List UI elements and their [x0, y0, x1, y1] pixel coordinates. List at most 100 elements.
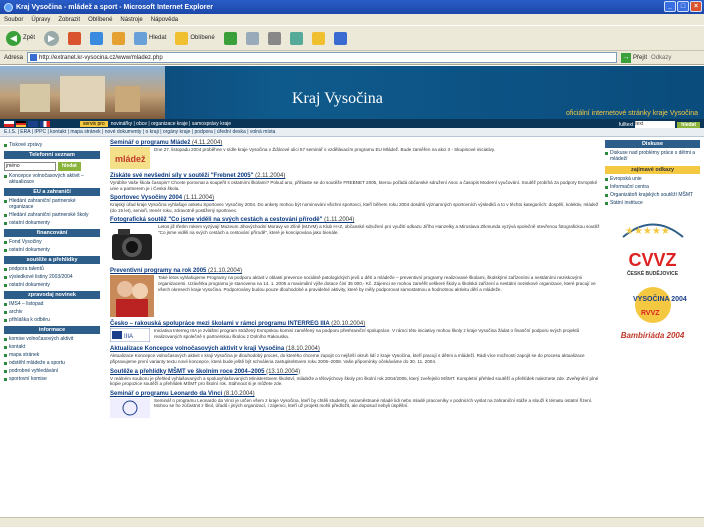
address-bar: Adresa http://extranet.kr-vysocina.cz/ww…	[0, 51, 704, 65]
article-title[interactable]: Preventivní programy na rok 2005 (21.10.…	[110, 268, 600, 274]
sidebar-item[interactable]: výsledkové listiny 2003/2004	[4, 274, 100, 280]
print-button[interactable]	[266, 28, 283, 48]
sidebar-item[interactable]: ostatní dokumenty	[4, 282, 100, 288]
go-button[interactable]: → Přejít	[621, 52, 647, 63]
mail-button[interactable]	[244, 28, 261, 48]
sub-nav[interactable]: E.I.S. | ERA | IPPC | kontakt | mapa str…	[0, 128, 704, 137]
bullet-icon	[4, 221, 7, 225]
fulltext-button[interactable]: hledat	[677, 121, 700, 128]
search-button[interactable]: Hledat	[132, 28, 168, 48]
flag-fr-icon[interactable]	[40, 120, 50, 127]
sidebar-item[interactable]: podpora talentů	[4, 266, 100, 272]
refresh-button[interactable]	[88, 28, 105, 48]
print-icon	[267, 31, 281, 45]
article-title[interactable]: Aktualizace Koncepce volnočasových aktiv…	[110, 346, 600, 352]
svg-text:mládež: mládež	[115, 154, 146, 164]
toolbar: ◀ Zpět ▶ Hledat Oblíbené	[0, 25, 704, 51]
children-photo	[110, 275, 154, 318]
menu-favorites[interactable]: Oblíbené	[88, 17, 112, 23]
sidebar-item[interactable]: podrobné vyhledávání	[4, 368, 100, 374]
bullet-icon	[4, 353, 7, 357]
ie-icon	[4, 2, 13, 12]
history-button[interactable]	[222, 28, 239, 48]
sidebar-item[interactable]: Fond Vysočiny	[4, 239, 100, 245]
language-flags	[0, 120, 80, 127]
sidebar-item-label: kontakt	[9, 344, 26, 350]
tool-icon	[333, 31, 347, 45]
sidebar-item[interactable]: přihláška k odběru	[4, 317, 100, 323]
svg-text:VYSOČINA 2004: VYSOČINA 2004	[633, 294, 687, 303]
sidebar-item[interactable]: ostatní dokumenty	[4, 247, 100, 253]
article-title[interactable]: Fotografická soutěž "Co jsme viděli na s…	[110, 217, 600, 223]
menu-file[interactable]: Soubor	[4, 17, 23, 23]
article: Soutěže a přehlídky MŠMT ve školním roce…	[110, 369, 600, 387]
page-icon	[30, 54, 38, 61]
bullet-icon	[4, 275, 7, 279]
phonebook-input[interactable]: jméno	[4, 162, 56, 171]
tool-button[interactable]	[332, 28, 349, 48]
stars-logo[interactable]: ★★★★★	[605, 212, 700, 244]
favorites-button[interactable]: Oblíbené	[173, 28, 216, 48]
sidebar-item-label: Koncepce volnočasových aktivit – aktuali…	[9, 173, 84, 185]
article-title[interactable]: Seminář o programu Mládež (4.11.2004)	[110, 140, 600, 146]
sidebar-item[interactable]: ostatní dokumenty	[4, 220, 100, 226]
edit-icon	[289, 31, 303, 45]
sidebar-item-label: sportovní komise	[9, 376, 47, 382]
flag-cz-icon[interactable]	[4, 120, 14, 127]
bullet-icon	[4, 143, 7, 147]
nav-targets[interactable]: novinářky | obce | organizace kraje | sa…	[108, 121, 234, 127]
link-item[interactable]: Evropská unie	[605, 176, 700, 182]
forward-button[interactable]: ▶	[42, 28, 61, 48]
sidebar-item-label: ostatní dokumenty	[9, 282, 50, 288]
sidebar-item-label: mapa stránek	[9, 352, 40, 358]
sidebar-item[interactable]: Koncepce volnočasových aktivit – aktuali…	[4, 173, 100, 185]
close-button[interactable]: ×	[690, 1, 702, 12]
stop-button[interactable]	[66, 28, 83, 48]
article: Fotografická soutěž "Co jsme viděli na s…	[110, 217, 600, 264]
article-title[interactable]: Sportovec Vysočiny 2004 (1.11.2004)	[110, 195, 600, 201]
bullet-icon	[4, 248, 7, 252]
address-input[interactable]: http://extranet.kr-vysocina.cz/www/mlade…	[27, 52, 618, 63]
menu-help[interactable]: Nápověda	[151, 17, 178, 23]
sidebar-item[interactable]: Hledání zahraniční partnerské školy	[4, 212, 100, 218]
link-item[interactable]: Státní instituce	[605, 200, 700, 206]
discussion-item[interactable]: Diskuse nad problémy práce s dětmi a mlá…	[605, 150, 700, 162]
flag-de-icon[interactable]	[16, 120, 26, 127]
sidebar-item-press[interactable]: Tiskové zprávy	[4, 142, 100, 148]
sidebar-section-head: informace	[4, 326, 100, 334]
edit-button[interactable]	[288, 28, 305, 48]
vysocina-2004-logo[interactable]: VYSOČINA 2004 RVVZ	[605, 283, 700, 325]
cvvz-logo[interactable]: CVVZ ČESKÉ BUDĚJOVICE	[605, 250, 700, 277]
site-title[interactable]: Kraj Vysočina	[292, 90, 383, 108]
article-title[interactable]: Soutěže a přehlídky MŠMT ve školním roce…	[110, 369, 600, 375]
sidebar-item[interactable]: sportovní komise	[4, 376, 100, 382]
link-item[interactable]: Organizátoři krajských soutěží MŠMT	[605, 192, 700, 198]
flag-en-icon[interactable]	[28, 120, 38, 127]
search-label: Hledat	[149, 35, 167, 41]
sidebar-item[interactable]: odstěhl mládeže a sportu	[4, 360, 100, 366]
links-label[interactable]: Odkazy	[651, 55, 671, 61]
sidebar-item[interactable]: IMS4 – listopad	[4, 301, 100, 307]
nav-servis-pro[interactable]: servis pro	[80, 120, 108, 127]
home-button[interactable]	[110, 28, 127, 48]
news-list: Seminář o programu Mládež (4.11.2004) ml…	[110, 140, 600, 422]
fulltext-input[interactable]: text	[635, 121, 676, 128]
link-item[interactable]: Informační centra	[605, 184, 700, 190]
maximize-button[interactable]: □	[677, 1, 689, 12]
minimize-button[interactable]: _	[664, 1, 676, 12]
menu-view[interactable]: Zobrazit	[58, 17, 80, 23]
sidebar-item[interactable]: komise volnočasových aktivit	[4, 336, 100, 342]
folder-button[interactable]	[310, 28, 327, 48]
menu-tools[interactable]: Nástroje	[120, 17, 142, 23]
phonebook-button[interactable]: hledat	[58, 162, 81, 171]
sidebar-item[interactable]: Hledání zahraniční partnerské organizace	[4, 198, 100, 210]
menu-edit[interactable]: Úpravy	[31, 17, 50, 23]
article-title[interactable]: Získáte své nevšední síly v soutěži "Fre…	[110, 173, 600, 179]
article-title[interactable]: Seminář o programu Leonardo da Vinci (8.…	[110, 391, 600, 397]
bambiriada-logo[interactable]: Bambiriáda 2004	[605, 331, 700, 340]
sidebar-item[interactable]: mapa stránek	[4, 352, 100, 358]
back-button[interactable]: ◀ Zpět	[4, 28, 37, 48]
sidebar-item[interactable]: archiv	[4, 309, 100, 315]
sidebar-item[interactable]: kontakt	[4, 344, 100, 350]
article-title[interactable]: Česko – rakouská spolupráce mezi školami…	[110, 321, 600, 327]
